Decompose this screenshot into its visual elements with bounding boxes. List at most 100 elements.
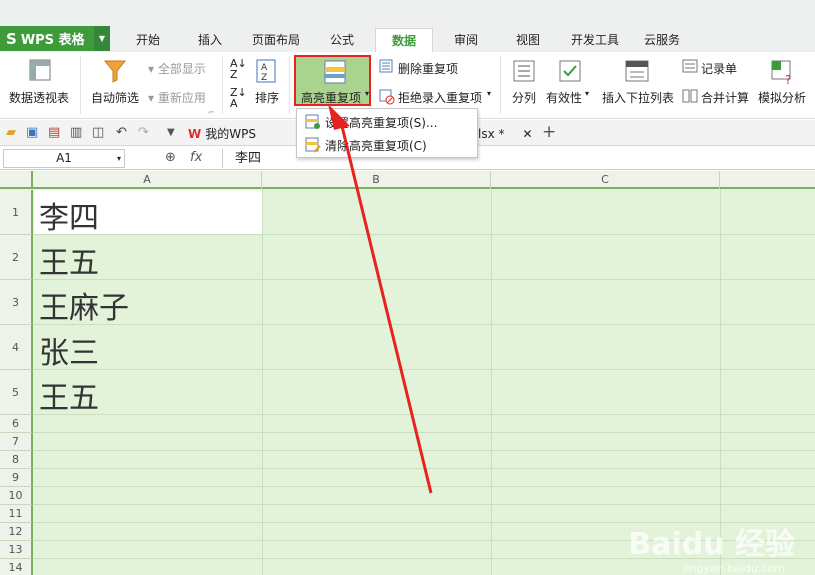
show-all-button: ▾ 全部显示 xyxy=(148,60,206,77)
save-icon[interactable]: ▣ xyxy=(26,125,38,140)
row-header[interactable]: 10 xyxy=(0,487,33,505)
chevron-down-icon[interactable]: ▾ xyxy=(117,150,121,167)
sort-button[interactable]: 排序 xyxy=(255,89,279,106)
tab-insert[interactable]: 插入 xyxy=(186,30,234,52)
remove-duplicates-icon xyxy=(379,59,393,73)
autofilter-button[interactable]: 自动筛选 xyxy=(91,89,139,106)
menu-item-label: 设置高亮重复项(S)... xyxy=(325,115,438,130)
remove-duplicates-button[interactable]: 删除重复项 xyxy=(398,60,458,77)
validity-button[interactable]: 有效性 xyxy=(546,89,582,106)
row-header[interactable]: 1 xyxy=(0,190,33,235)
pivot-table-icon xyxy=(29,59,51,81)
print-icon[interactable]: ▥ xyxy=(70,125,82,140)
validity-icon xyxy=(559,60,581,82)
cell-a4[interactable]: 张三 xyxy=(33,328,262,372)
app-name: WPS 表格 xyxy=(20,33,85,48)
reapply-button: ▾ 重新应用 xyxy=(148,89,206,106)
doc-tab-label: lsx * xyxy=(478,126,505,141)
tab-formulas[interactable]: 公式 xyxy=(318,30,366,52)
row-header[interactable]: 8 xyxy=(0,451,33,469)
pivot-table-button[interactable]: 数据透视表 xyxy=(9,89,69,106)
menu-item-clear-highlight[interactable]: 清除高亮重复项(C) xyxy=(297,134,477,156)
merge-calc-button[interactable]: 合并计算 xyxy=(701,89,749,106)
row-header[interactable]: 7 xyxy=(0,433,33,451)
new-tab-icon[interactable]: + xyxy=(542,122,556,142)
chevron-down-icon[interactable]: ▾ xyxy=(585,89,589,98)
svg-text:?: ? xyxy=(785,73,791,85)
row-header[interactable]: 11 xyxy=(0,505,33,523)
sort-desc-icon[interactable]: Z↓ A xyxy=(230,87,247,109)
row-header[interactable]: 3 xyxy=(0,280,33,325)
spreadsheet-grid[interactable]: A B C 1 2 3 4 5 6 7 8 9 10 11 12 13 14 李… xyxy=(0,171,815,575)
reapply-funnel-icon: ▾ xyxy=(148,91,158,105)
highlight-duplicates-button[interactable]: 高亮重复项 xyxy=(294,55,371,106)
column-headers: A B C xyxy=(0,171,815,189)
cell-a1[interactable]: 李四 xyxy=(33,193,262,237)
row-header[interactable]: 6 xyxy=(0,415,33,433)
reject-duplicates-icon xyxy=(379,89,395,105)
record-form-button[interactable]: 记录单 xyxy=(701,60,737,77)
row-header[interactable]: 2 xyxy=(0,235,33,280)
column-header-b[interactable]: B xyxy=(262,171,491,189)
cell-reference: A1 xyxy=(56,151,72,165)
ribbon-tab-bar: S WPS 表格 ▼ 开始 插入 页面布局 公式 数据 审阅 视图 开发工具 云… xyxy=(0,0,815,53)
record-form-icon xyxy=(682,59,698,73)
show-all-label: 全部显示 xyxy=(157,62,206,76)
select-all-corner[interactable] xyxy=(0,171,33,189)
close-icon[interactable]: ✕ xyxy=(523,127,533,141)
cell-a3[interactable]: 王麻子 xyxy=(33,283,262,327)
row-header[interactable]: 14 xyxy=(0,559,33,575)
row-header[interactable]: 13 xyxy=(0,541,33,559)
tab-home[interactable]: 开始 xyxy=(122,30,174,52)
chevron-down-icon: ▼ xyxy=(94,26,110,51)
row-header[interactable]: 9 xyxy=(0,469,33,487)
split-columns-button[interactable]: 分列 xyxy=(512,89,536,106)
customize-toolbar-icon[interactable]: ▼ xyxy=(167,127,175,138)
undo-icon[interactable]: ↶ xyxy=(116,125,127,140)
export-pdf-icon[interactable]: ▤ xyxy=(48,125,60,140)
tab-page-layout[interactable]: 页面布局 xyxy=(244,30,308,52)
tab-view[interactable]: 视图 xyxy=(504,30,552,52)
highlight-duplicates-label: 高亮重复项 xyxy=(301,91,362,105)
ribbon-divider xyxy=(80,56,81,114)
clear-highlight-icon xyxy=(305,137,321,153)
reapply-label: 重新应用 xyxy=(157,91,206,105)
row-header[interactable]: 12 xyxy=(0,523,33,541)
open-folder-icon[interactable]: ▰ xyxy=(6,125,16,140)
column-header-d[interactable] xyxy=(720,171,815,189)
doc-tab-my-wps[interactable]: W 我的WPS xyxy=(188,122,283,145)
insert-dropdown-list-button[interactable]: 插入下拉列表 xyxy=(602,89,674,106)
merge-calc-icon xyxy=(682,89,698,103)
row-header[interactable]: 5 xyxy=(0,370,33,415)
cell-a5[interactable]: 王五 xyxy=(33,373,262,417)
reject-duplicates-button[interactable]: 拒绝录入重复项 xyxy=(398,89,482,106)
fx-icon[interactable]: fx xyxy=(190,150,202,165)
doc-tab-workbook[interactable]: lsx * ✕ xyxy=(478,122,538,145)
sort-asc-icon[interactable]: A↓ Z xyxy=(230,58,247,80)
tab-developer[interactable]: 开发工具 xyxy=(564,30,626,52)
cell-a2[interactable]: 王五 xyxy=(33,238,262,282)
what-if-analysis-button[interactable]: 模拟分析 xyxy=(758,89,806,106)
set-highlight-icon xyxy=(305,114,320,129)
wps-app-menu-button[interactable]: S WPS 表格 ▼ xyxy=(0,26,110,51)
table-row xyxy=(33,415,815,433)
redo-icon[interactable]: ↷ xyxy=(138,125,149,140)
name-box[interactable]: A1 ▾ xyxy=(3,149,125,168)
tab-cloud[interactable]: 云服务 xyxy=(636,30,688,52)
menu-item-set-highlight[interactable]: 设置高亮重复项(S)... xyxy=(297,111,477,133)
column-header-a[interactable]: A xyxy=(33,171,262,189)
row-header[interactable]: 4 xyxy=(0,325,33,370)
chevron-down-icon[interactable]: ▾ xyxy=(487,89,491,98)
sort-icon: AZ xyxy=(256,59,276,83)
column-header-c[interactable]: C xyxy=(491,171,720,189)
split-columns-icon xyxy=(513,60,535,82)
baidu-watermark-url: jingyan.baidu.com xyxy=(683,562,785,575)
tab-review[interactable]: 审阅 xyxy=(443,30,489,52)
print-preview-icon[interactable]: ◫ xyxy=(92,125,104,140)
chevron-down-icon[interactable]: ▾ xyxy=(365,89,369,98)
doc-tab-label: 我的WPS xyxy=(205,127,256,141)
funnel-icon xyxy=(103,60,127,83)
tab-data[interactable]: 数据 xyxy=(375,28,433,53)
filter-options-launcher-icon[interactable]: ⌐ xyxy=(208,108,215,117)
zoom-search-icon[interactable]: ⊕ xyxy=(165,150,176,165)
